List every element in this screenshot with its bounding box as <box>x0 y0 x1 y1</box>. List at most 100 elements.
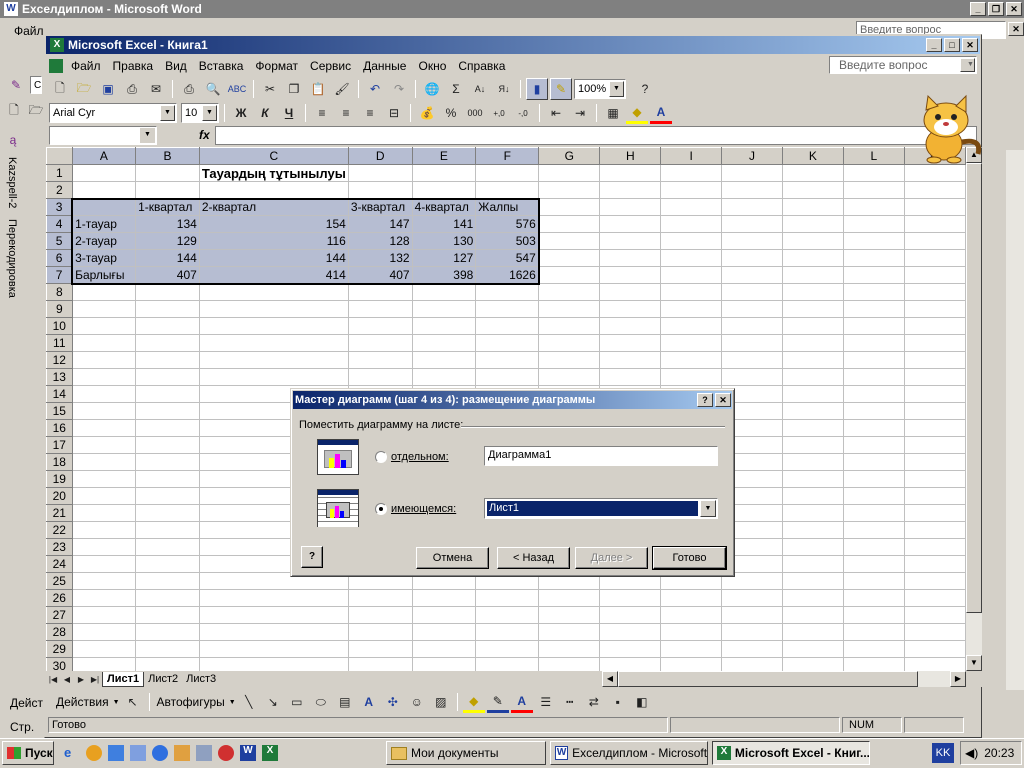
cell[interactable] <box>904 521 966 539</box>
cell[interactable] <box>475 640 540 658</box>
cell[interactable] <box>904 402 966 420</box>
column-header[interactable]: J <box>721 147 783 165</box>
cell[interactable] <box>72 504 137 522</box>
row-header[interactable]: 24 <box>46 555 73 573</box>
excel-vertical-scrollbar[interactable]: ▲ ▼ <box>966 147 982 671</box>
cell[interactable] <box>904 436 966 454</box>
menu-insert[interactable]: Вставка <box>193 57 250 75</box>
cell[interactable] <box>412 283 477 301</box>
select-all-corner[interactable] <box>46 147 73 165</box>
cell[interactable] <box>843 606 905 624</box>
restore-icon[interactable]: ❐ <box>988 2 1004 16</box>
cell[interactable] <box>72 300 137 318</box>
cell[interactable] <box>475 164 540 182</box>
cell[interactable] <box>904 419 966 437</box>
cell[interactable] <box>599 317 662 335</box>
cell[interactable] <box>599 300 662 318</box>
task-excel[interactable]: X Microsoft Excel - Книг... <box>712 741 870 765</box>
cell[interactable] <box>782 266 844 284</box>
cell[interactable] <box>199 317 349 335</box>
row-header[interactable]: 5 <box>46 232 73 250</box>
cell[interactable] <box>904 538 966 556</box>
cell[interactable] <box>721 657 783 671</box>
cell[interactable] <box>72 181 137 199</box>
cell[interactable] <box>843 215 905 233</box>
cell[interactable] <box>538 181 601 199</box>
cell[interactable] <box>412 368 477 386</box>
cell[interactable] <box>782 555 844 573</box>
cell[interactable] <box>135 521 200 539</box>
cell[interactable] <box>412 657 477 671</box>
cell[interactable] <box>782 521 844 539</box>
redo-icon[interactable]: ↷ <box>388 78 410 100</box>
cell[interactable] <box>599 368 662 386</box>
cell[interactable] <box>904 164 966 182</box>
dialog-close-icon[interactable]: ✕ <box>715 393 731 407</box>
cell[interactable] <box>599 606 662 624</box>
formula-input[interactable] <box>215 126 977 145</box>
print-icon[interactable]: ⎙ <box>178 78 200 100</box>
cell[interactable] <box>782 300 844 318</box>
cell[interactable] <box>660 317 723 335</box>
cell[interactable] <box>782 181 844 199</box>
column-header[interactable]: I <box>660 147 723 165</box>
cell[interactable] <box>135 657 200 671</box>
font-color-icon[interactable]: A <box>650 102 672 124</box>
align-center-icon[interactable]: ≡ <box>335 102 357 124</box>
side-label-kazspell[interactable]: Kazspell-2 <box>6 157 18 221</box>
picture-icon[interactable]: ▨ <box>430 691 452 713</box>
cell[interactable] <box>135 402 200 420</box>
cell[interactable] <box>721 181 783 199</box>
cell[interactable] <box>135 436 200 454</box>
cell[interactable] <box>348 589 413 607</box>
existing-sheet-select[interactable]: Лист1 ▼ <box>484 498 718 519</box>
copy-icon[interactable]: ❐ <box>283 78 305 100</box>
cell[interactable] <box>843 368 905 386</box>
cell[interactable] <box>72 351 137 369</box>
cell[interactable] <box>199 657 349 671</box>
cell[interactable] <box>782 283 844 301</box>
cell[interactable] <box>538 164 601 182</box>
cell[interactable] <box>72 657 137 671</box>
table-cell[interactable]: 130 <box>412 232 477 250</box>
table-cell[interactable]: 128 <box>348 232 413 250</box>
cell[interactable] <box>475 317 540 335</box>
cell[interactable] <box>199 623 349 641</box>
table-cell[interactable]: 144 <box>199 249 349 267</box>
cell[interactable] <box>72 640 137 658</box>
desktop-icon[interactable] <box>108 745 124 761</box>
print-preview-icon[interactable]: 🔍 <box>202 78 224 100</box>
diagram-icon[interactable]: ✣ <box>382 691 404 713</box>
cell[interactable] <box>72 521 137 539</box>
next-sheet-icon[interactable]: ▶ <box>74 672 88 686</box>
cell[interactable] <box>721 623 783 641</box>
hyperlink-icon[interactable]: 🌐 <box>421 78 443 100</box>
percent-icon[interactable]: % <box>440 102 462 124</box>
underline-icon[interactable]: Ч <box>278 102 300 124</box>
cell[interactable] <box>135 164 200 182</box>
row-header[interactable]: 30 <box>46 657 73 671</box>
cell[interactable] <box>135 555 200 573</box>
cell[interactable] <box>782 249 844 267</box>
cell[interactable] <box>599 249 662 267</box>
arrow-icon[interactable]: ↘ <box>262 691 284 713</box>
cell[interactable] <box>660 249 723 267</box>
cell[interactable] <box>475 351 540 369</box>
cell[interactable] <box>599 589 662 607</box>
cell[interactable] <box>135 487 200 505</box>
cell[interactable] <box>72 487 137 505</box>
autoshapes-menu[interactable]: Автофигуры <box>155 695 227 709</box>
cell[interactable] <box>782 402 844 420</box>
cell[interactable] <box>843 317 905 335</box>
cell[interactable] <box>199 640 349 658</box>
menu-data[interactable]: Данные <box>357 57 412 75</box>
cell[interactable] <box>904 215 966 233</box>
row-header[interactable]: 6 <box>46 249 73 267</box>
cell[interactable] <box>135 606 200 624</box>
cell[interactable] <box>538 300 601 318</box>
row-header[interactable]: 13 <box>46 368 73 386</box>
table-cell[interactable]: 1-тауар <box>71 215 137 233</box>
cell[interactable] <box>538 623 601 641</box>
cell[interactable] <box>599 334 662 352</box>
cell[interactable] <box>348 283 413 301</box>
